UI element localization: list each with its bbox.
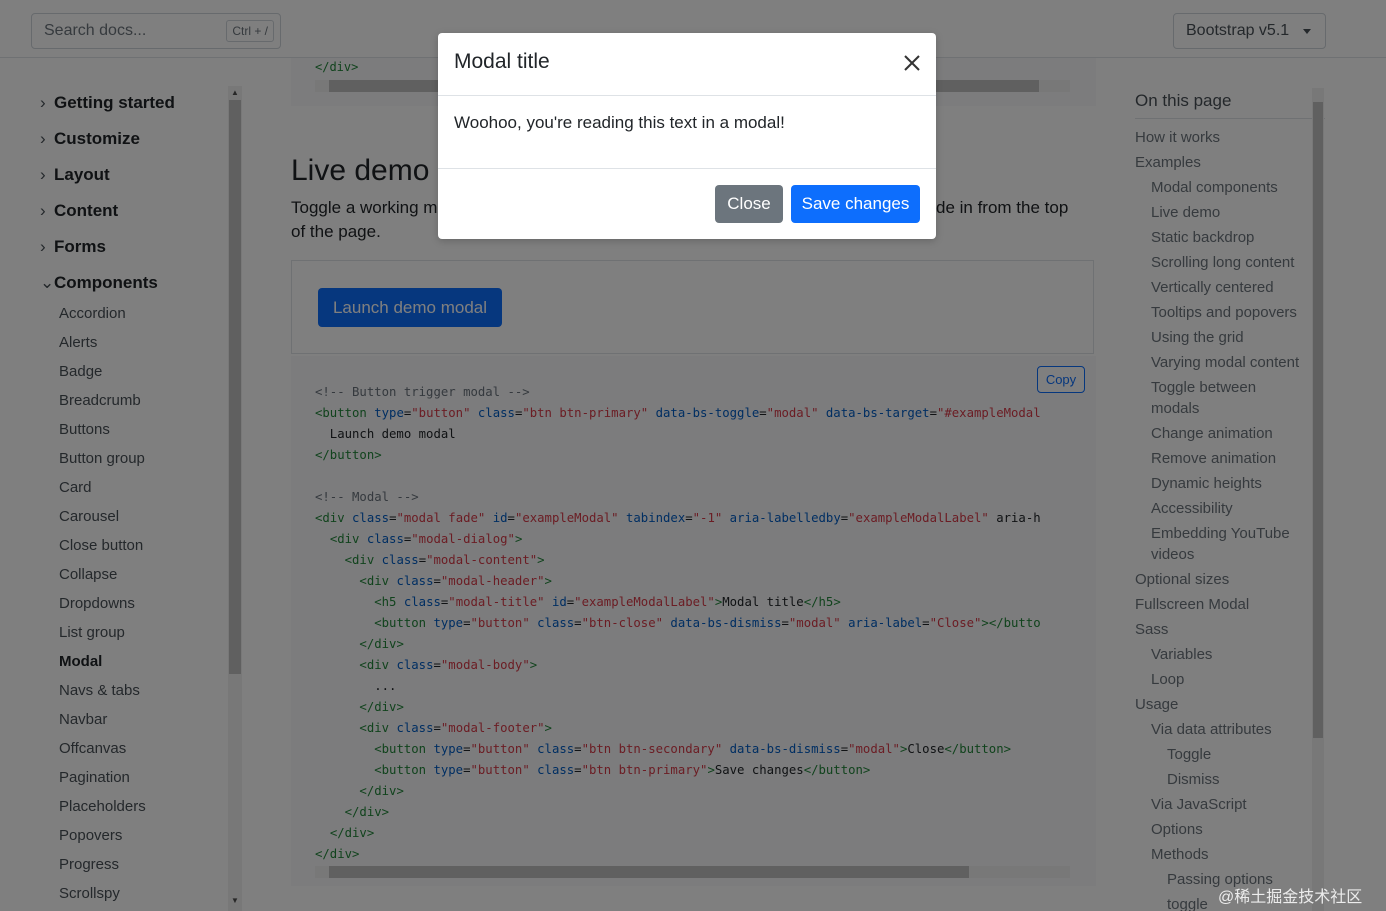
modal-close-button[interactable] (898, 49, 926, 77)
close-icon (904, 55, 920, 71)
close-button[interactable]: Close (715, 185, 783, 223)
modal-header: Modal title (438, 33, 936, 96)
modal-dialog: Modal title Woohoo, you're reading this … (438, 33, 936, 239)
save-changes-button[interactable]: Save changes (791, 185, 920, 223)
modal-footer: Close Save changes (438, 168, 936, 240)
modal-body: Woohoo, you're reading this text in a mo… (454, 113, 785, 132)
watermark: @稀土掘金技术社区 (1218, 889, 1363, 906)
modal-title: Modal title (454, 50, 550, 73)
